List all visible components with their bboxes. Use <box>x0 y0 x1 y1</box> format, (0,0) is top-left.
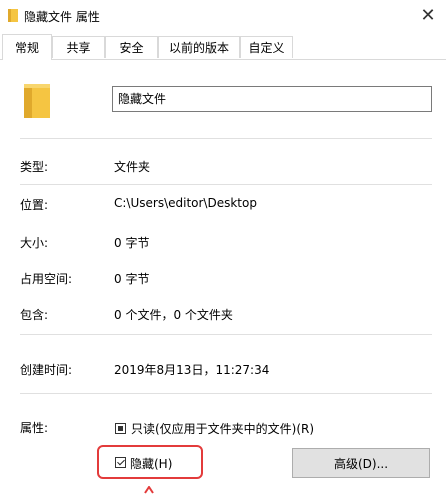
type-value: 文件夹 <box>114 160 151 174</box>
tab-label: 共享 <box>66 41 91 55</box>
hidden-label[interactable]: 隐藏(H) <box>130 455 172 472</box>
folder-icon <box>8 9 18 22</box>
size-label: 大小: <box>20 236 49 250</box>
readonly-label[interactable]: 只读(仅应用于文件夹中的文件)(R) <box>131 420 314 437</box>
location-value: C:\Users\editor\Desktop <box>114 196 257 210</box>
tab-label: 常规 <box>14 41 39 55</box>
folder-name-input[interactable]: 隐藏文件 <box>112 86 432 112</box>
tab-label: 安全 <box>119 41 144 55</box>
divider <box>20 184 432 185</box>
tab-security[interactable]: 安全 <box>105 36 158 58</box>
tab-label: 以前的版本 <box>168 41 229 55</box>
arrow-icon <box>144 486 154 494</box>
tab-strip: 常规 共享 安全 以前的版本 自定义 <box>0 34 446 60</box>
close-button[interactable]: ✕ <box>410 0 446 30</box>
size-value: 0 字节 <box>114 236 150 250</box>
attributes-label: 属性: <box>20 421 49 435</box>
divider <box>20 138 432 139</box>
created-value: 2019年8月13日，11:27:34 <box>114 363 270 377</box>
tab-general[interactable]: 常规 <box>2 34 52 60</box>
tab-previous-versions[interactable]: 以前的版本 <box>158 36 240 58</box>
size-on-disk-label: 占用空间: <box>20 272 73 286</box>
title-bar: 隐藏文件 属性 ✕ <box>0 0 446 30</box>
location-label: 位置: <box>20 198 49 212</box>
hidden-checkbox[interactable] <box>115 457 126 468</box>
tab-sharing[interactable]: 共享 <box>52 36 105 58</box>
readonly-checkbox[interactable] <box>115 423 126 434</box>
type-label: 类型: <box>20 160 49 174</box>
size-on-disk-value: 0 字节 <box>114 272 150 286</box>
folder-icon <box>24 84 50 118</box>
contains-label: 包含: <box>20 308 49 322</box>
contains-value: 0 个文件，0 个文件夹 <box>114 308 233 322</box>
advanced-button[interactable]: 高级(D)... <box>292 448 430 478</box>
close-icon: ✕ <box>420 4 436 26</box>
divider <box>20 393 432 394</box>
tab-customize[interactable]: 自定义 <box>240 36 293 58</box>
window-title: 隐藏文件 属性 <box>24 10 100 24</box>
properties-window: 隐藏文件 属性 ✕ 常规 共享 安全 以前的版本 自定义 隐藏文件 类型: 文件… <box>0 0 446 494</box>
tab-label: 自定义 <box>248 41 285 55</box>
created-label: 创建时间: <box>20 363 73 377</box>
advanced-button-label: 高级(D)... <box>333 456 389 471</box>
divider <box>20 334 432 335</box>
